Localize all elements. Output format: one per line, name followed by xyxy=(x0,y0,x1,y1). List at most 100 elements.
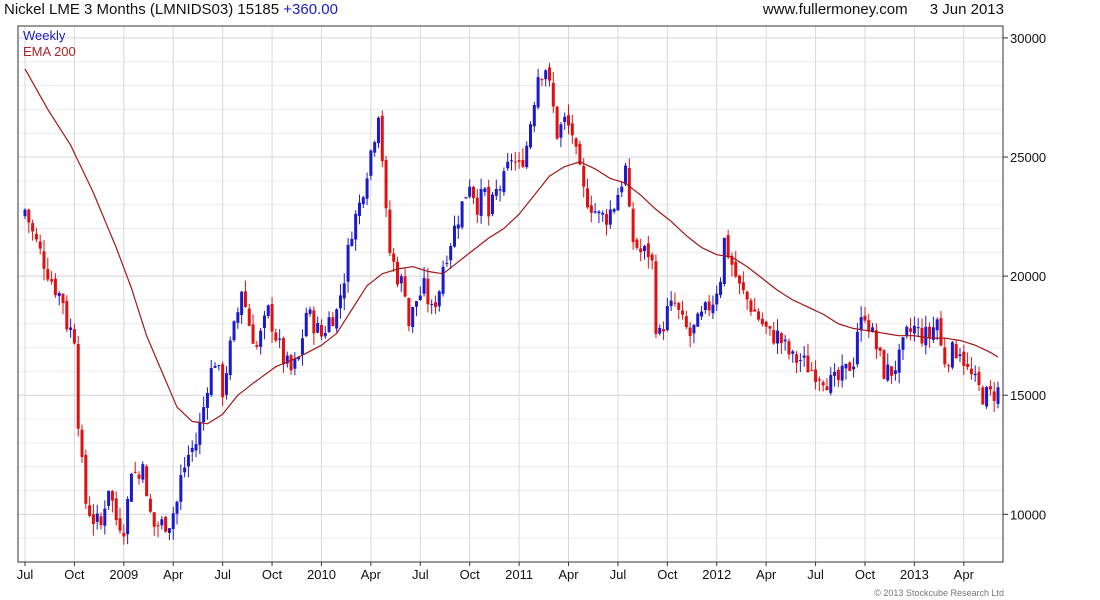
candle-body xyxy=(688,327,692,336)
candle-body xyxy=(814,369,818,383)
x-tick-label: Apr xyxy=(756,567,777,582)
plot-frame xyxy=(17,25,1004,563)
candle-body xyxy=(118,518,122,531)
candle-body xyxy=(969,368,973,375)
candle-body xyxy=(179,475,183,502)
x-tick-label: Oct xyxy=(64,567,85,582)
candle-body xyxy=(198,421,202,445)
candle-body xyxy=(559,124,563,138)
candle-body xyxy=(380,115,384,162)
candle-body xyxy=(833,371,837,376)
legend-weekly: Weekly xyxy=(23,28,66,43)
candle-body xyxy=(304,312,308,337)
candle-body xyxy=(958,354,962,357)
candle-body xyxy=(107,490,111,506)
candle-body xyxy=(122,532,126,537)
candle-body xyxy=(886,364,890,381)
candle-body xyxy=(928,326,932,338)
candle-body xyxy=(323,332,327,337)
candle-body xyxy=(369,150,373,176)
candle-body xyxy=(441,266,445,294)
candle-body xyxy=(996,387,1000,404)
candle-body xyxy=(893,370,897,374)
candle-body xyxy=(532,105,536,127)
candle-body xyxy=(308,309,312,314)
candle-body xyxy=(909,328,913,332)
candle-body xyxy=(593,211,597,213)
candle-body xyxy=(209,368,213,396)
candle-body xyxy=(251,324,255,344)
candle-body xyxy=(80,429,84,457)
candle-body xyxy=(266,305,270,317)
candle-body xyxy=(783,339,787,342)
candle-body xyxy=(791,351,795,354)
candle-body xyxy=(601,212,605,215)
candle-body xyxy=(787,341,791,355)
candle-body xyxy=(148,498,152,512)
x-tick-label: Oct xyxy=(262,567,283,582)
candle-body xyxy=(278,338,282,340)
candle-body xyxy=(825,386,829,391)
candle-body xyxy=(61,293,65,304)
candle-body xyxy=(939,318,943,346)
candle-body xyxy=(650,254,654,261)
candle-body xyxy=(395,261,399,285)
candle-body xyxy=(665,306,669,331)
candle-body xyxy=(920,327,924,344)
candle-body xyxy=(350,238,354,246)
candle-body xyxy=(452,225,456,247)
candle-body xyxy=(95,513,99,522)
candle-body xyxy=(103,508,107,526)
candle-body xyxy=(236,312,240,323)
candle-body xyxy=(213,365,217,368)
candle-body xyxy=(669,300,673,307)
candle-body xyxy=(354,213,358,240)
candle-body xyxy=(643,245,647,251)
candle-body xyxy=(456,224,460,229)
candle-body xyxy=(327,317,331,332)
candle-body xyxy=(700,311,704,317)
candle-body xyxy=(570,123,574,136)
candle-body xyxy=(346,244,350,282)
candle-body xyxy=(863,315,867,321)
candle-body xyxy=(293,358,297,369)
candle-body xyxy=(646,243,650,258)
candle-body xyxy=(494,189,498,196)
candle-body xyxy=(631,208,635,243)
candle-body xyxy=(890,366,894,376)
candle-body xyxy=(874,330,878,350)
candle-body xyxy=(684,316,688,328)
candle-body xyxy=(882,350,886,379)
candle-body xyxy=(639,248,643,253)
candle-body xyxy=(418,295,422,300)
candle-body xyxy=(373,142,377,153)
candle-body xyxy=(76,344,80,429)
candle-body xyxy=(259,330,263,347)
candle-body xyxy=(114,498,118,521)
copyright: © 2013 Stockcube Research Ltd xyxy=(874,588,1004,598)
candle-body xyxy=(72,329,76,344)
candle-body xyxy=(901,337,905,350)
candle-body xyxy=(719,281,723,296)
candle-body xyxy=(255,344,259,347)
candle-body xyxy=(133,471,137,473)
candle-body xyxy=(912,325,916,334)
candle-body xyxy=(795,354,799,363)
candle-body xyxy=(164,516,168,532)
candle-body xyxy=(430,303,434,305)
candle-body xyxy=(53,278,57,296)
candle-body xyxy=(677,303,681,310)
candle-body xyxy=(544,70,548,80)
candle-body xyxy=(365,178,369,199)
candle-body xyxy=(460,201,464,228)
candle-body xyxy=(338,295,342,309)
candle-body xyxy=(110,491,114,501)
candle-body xyxy=(707,301,711,311)
candle-body xyxy=(768,326,772,329)
x-tick-label: Jul xyxy=(610,567,627,582)
x-tick-label: Apr xyxy=(558,567,579,582)
candle-body xyxy=(433,302,437,308)
candle-body xyxy=(620,186,624,193)
candle-body xyxy=(798,359,802,361)
candle-body xyxy=(616,194,620,211)
